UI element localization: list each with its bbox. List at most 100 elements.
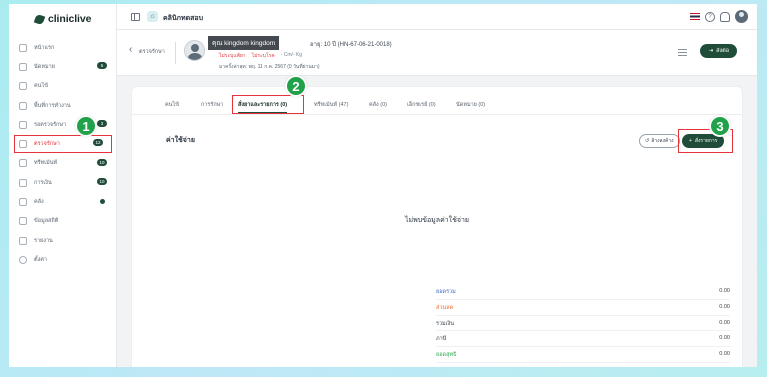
sidebar-item-reports[interactable]: รายงาน: [9, 231, 117, 250]
sidebar-item-appointments[interactable]: นัดหมาย 5: [9, 57, 117, 76]
divider: [175, 42, 176, 64]
leaf-logo-icon: [33, 13, 46, 25]
step-marker-3: 3: [709, 115, 731, 137]
report-icon: [19, 236, 27, 245]
sidebar-item-label: รอตรวจรักษา: [34, 121, 67, 128]
summary-label: รวมเงิน: [436, 320, 454, 327]
sidebar-item-finance[interactable]: การเงิน 10: [9, 173, 117, 192]
help-icon[interactable]: ?: [705, 12, 715, 22]
vitals: - Cm/- Kg: [280, 52, 303, 58]
content-card: คนไข้ การรักษา สั่งยาและรายการ (0) ทรีทเ…: [131, 86, 743, 367]
summary-label: ยอดสุทธิ: [436, 352, 457, 359]
forward-button-label: ส่งต่อ: [716, 48, 729, 54]
sidebar-item-queue[interactable]: รอตรวจรักษา 3: [9, 115, 117, 134]
back-chevron-icon[interactable]: ‹: [129, 44, 132, 55]
sidebar-item-label: คลัง: [34, 199, 44, 206]
sidebar-item-inventory[interactable]: คลัง: [9, 192, 117, 211]
patient-age-hn: อายุ: 10 ปี (HN-67-06-21-0018): [310, 42, 392, 48]
inventory-icon: [19, 198, 27, 207]
tab-treatment-record[interactable]: การรักษา: [201, 101, 223, 109]
sidebar-toggle-icon[interactable]: [131, 13, 140, 21]
patient-name[interactable]: คุณ kingdom kingdom: [208, 36, 280, 50]
patient-header: ‹ ตรวจรักษา คุณ kingdom kingdom อายุ: 10…: [117, 30, 757, 76]
sidebar-nav: หน้าแรก นัดหมาย 5 คนไข้ พื้นที่การทำงาน …: [9, 38, 117, 270]
sidebar-item-label: นัดหมาย: [34, 63, 55, 70]
summary-row: ส่วนลด 0.00: [436, 300, 730, 316]
forward-button[interactable]: ⇥ ส่งต่อ: [700, 44, 737, 58]
sidebar-item-label: การเงิน: [34, 179, 52, 186]
section-title: ค่าใช้จ่าย: [166, 137, 195, 144]
finance-icon: [19, 178, 27, 187]
tab-inventory[interactable]: คลัง (0): [369, 101, 387, 109]
step-marker-1: 1: [75, 115, 97, 137]
settings-icon: [19, 255, 27, 264]
summary-value: 0.00: [719, 288, 730, 294]
summary-value: 0.00: [719, 335, 730, 342]
last-visit: มาครั้งล่าสุด: พฤ. 11 ก.ค. 2567 (0 วันที…: [219, 64, 320, 70]
history-icon: ↺: [645, 138, 650, 144]
sidebar: cliniclive หน้าแรก นัดหมาย 5 คนไข้ พื้นท…: [9, 4, 117, 367]
tab-xray[interactable]: เอ็กซเรย์ (0): [407, 101, 436, 109]
status-dot: [100, 199, 105, 205]
workspace-icon: [19, 101, 27, 110]
count-badge: 10: [97, 178, 107, 186]
logo[interactable]: cliniclive: [33, 13, 92, 25]
sidebar-item-stats[interactable]: ข้อมูลสถิติ: [9, 212, 117, 231]
sidebar-item-workspace[interactable]: พื้นที่การทำงาน: [9, 96, 117, 115]
tab-patient[interactable]: คนไข้: [165, 101, 179, 109]
sidebar-item-label: ตรวจรักษา: [34, 141, 60, 148]
sidebar-item-label: คนไข้: [34, 83, 48, 90]
exit-arrow-icon: ⇥: [708, 48, 714, 54]
tab-treatments[interactable]: ทรีทเม้นท์ (47): [314, 101, 348, 109]
sidebar-item-patients[interactable]: คนไข้: [9, 77, 117, 96]
disease-warning: ไม่ระบุโรค: [251, 53, 275, 59]
highlight-box: [232, 95, 304, 114]
clinic-name: คลินิกทดสอบ: [163, 15, 204, 22]
summary-label: ภาษี: [436, 336, 447, 343]
thai-flag-icon[interactable]: [690, 13, 700, 20]
empty-state-message: ไม่พบข้อมูลค่าใช้จ่าย: [404, 217, 469, 224]
summary-row: ยอดสุทธิ 0.00: [436, 347, 730, 363]
summary-label: ส่วนลด: [436, 304, 454, 311]
sidebar-item-examination[interactable]: ตรวจรักษา 12: [13, 134, 113, 153]
history-button[interactable]: ↺ ล้างลงค้าง: [639, 134, 680, 148]
menu-icon[interactable]: [678, 49, 687, 56]
sidebar-item-label: ข้อมูลสถิติ: [34, 218, 59, 225]
stethoscope-icon: [19, 140, 27, 149]
tab-appointments[interactable]: นัดหมาย (0): [456, 101, 485, 109]
top-bar: ⌂ คลินิกทดสอบ ?: [117, 4, 757, 30]
app-window: cliniclive หน้าแรก นัดหมาย 5 คนไข้ พื้นท…: [9, 4, 757, 367]
sidebar-item-home[interactable]: หน้าแรก: [9, 38, 117, 57]
summary-row: ภาษี 0.00: [436, 331, 730, 348]
clinic-home-icon[interactable]: ⌂: [147, 11, 158, 22]
count-badge: 5: [97, 62, 107, 70]
summary-value: 0.00: [719, 303, 730, 310]
patient-warnings: ไม่ระบุแพ้ยา ไม่ระบุโรค - Cm/- Kg: [219, 52, 302, 60]
sidebar-item-label: หน้าแรก: [34, 44, 55, 51]
sidebar-item-settings[interactable]: ตั้งค่า: [9, 250, 117, 269]
stats-icon: [19, 217, 27, 226]
user-avatar[interactable]: [735, 10, 748, 23]
bell-icon[interactable]: [720, 12, 730, 22]
home-icon: [19, 43, 27, 52]
queue-icon: [19, 120, 27, 129]
tab-bar: คนไข้ การรักษา สั่งยาและรายการ (0) ทรีทเ…: [132, 87, 742, 115]
summary-row: ยอดรวม 0.00: [436, 284, 730, 300]
sidebar-item-treatment[interactable]: ทรีทเม้นท์ 10: [9, 154, 117, 173]
treatment-icon: [19, 159, 27, 168]
allergy-warning: ไม่ระบุแพ้ยา: [219, 53, 246, 59]
patients-icon: [19, 82, 27, 91]
summary-row: รวมเงิน 0.00: [436, 316, 730, 332]
summary-value: 0.00: [719, 319, 730, 326]
summary-label: ยอดรวม: [436, 289, 456, 295]
summary-value: 0.00: [719, 351, 730, 358]
logo-text: cliniclive: [48, 13, 92, 25]
sidebar-item-label: รายงาน: [34, 237, 53, 244]
count-badge: 10: [97, 158, 107, 166]
back-link[interactable]: ตรวจรักษา: [139, 48, 165, 56]
sidebar-item-label: พื้นที่การทำงาน: [34, 102, 71, 109]
summary-table: ยอดรวม 0.00 ส่วนลด 0.00 รวมเงิน 0.00 ภาษ…: [436, 284, 730, 363]
count-badge: 12: [93, 139, 103, 147]
step-marker-2: 2: [285, 75, 307, 97]
sidebar-item-label: ทรีทเม้นท์: [34, 160, 58, 167]
